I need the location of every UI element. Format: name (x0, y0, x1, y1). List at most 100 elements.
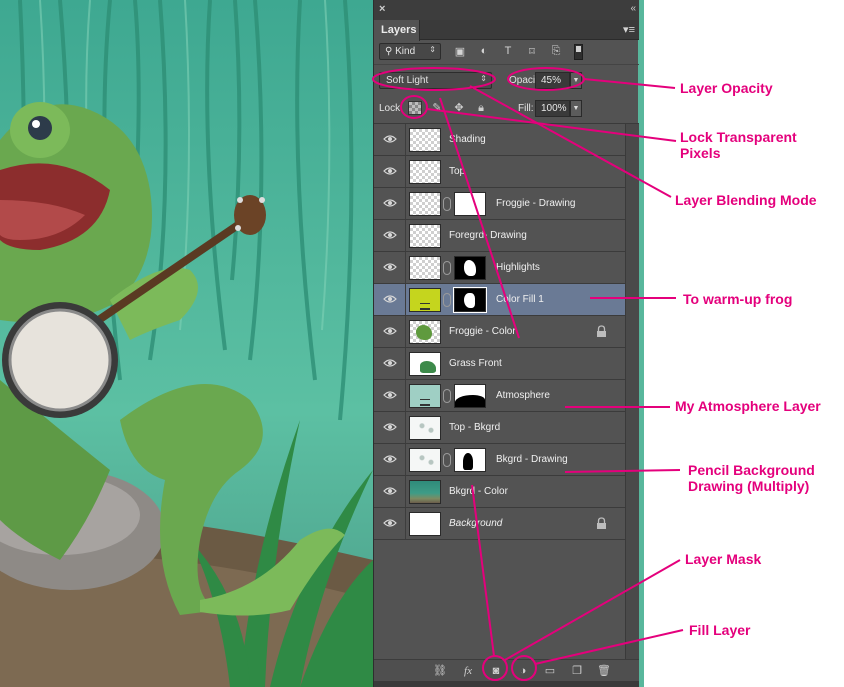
layer-name[interactable]: Grass Front (449, 358, 502, 369)
row-separator (405, 380, 406, 411)
layer-mask-thumbnail[interactable] (454, 288, 486, 312)
layer-name[interactable]: Atmosphere (496, 390, 550, 401)
layer-row[interactable]: Froggie - Drawing (374, 188, 625, 220)
layer-row[interactable]: Top (374, 156, 625, 188)
visibility-eye-icon[interactable] (383, 166, 397, 176)
mask-link-icon[interactable] (443, 293, 451, 307)
layer-list: Shading Top Froggie - Drawing Foregrd- Draw… (374, 124, 625, 540)
layer-name[interactable]: Background (449, 518, 502, 529)
visibility-eye-icon[interactable] (383, 294, 397, 304)
layer-name[interactable]: Bkgrd - Color (449, 486, 508, 497)
layer-list-scrollbar[interactable] (625, 124, 639, 659)
adjustment-filter-icon[interactable]: ◐ (477, 45, 491, 58)
mask-link-icon[interactable] (443, 389, 451, 403)
new-fill-layer-icon[interactable]: ◑ (515, 663, 531, 679)
layer-thumbnail[interactable] (409, 384, 441, 408)
row-separator (405, 444, 406, 475)
layer-thumbnail[interactable] (409, 512, 441, 536)
layer-thumbnail[interactable] (409, 128, 441, 152)
layer-thumbnail[interactable] (409, 352, 441, 376)
visibility-eye-icon[interactable] (383, 358, 397, 368)
layer-row[interactable]: Foregrd- Drawing (374, 220, 625, 252)
collapse-panel-button[interactable]: « (630, 3, 635, 14)
opacity-dropdown-icon[interactable]: ▼ (570, 72, 582, 89)
filter-toggle[interactable] (574, 44, 583, 60)
layer-thumbnail[interactable] (409, 416, 441, 440)
row-separator (405, 124, 406, 155)
fx-icon[interactable]: fx (460, 663, 476, 679)
visibility-eye-icon[interactable] (383, 198, 397, 208)
layer-row[interactable]: Shading (374, 124, 625, 156)
layer-thumbnail[interactable] (409, 192, 441, 216)
layer-name[interactable]: Froggie - Drawing (496, 198, 575, 209)
panel-resize-strip[interactable] (374, 681, 639, 687)
layer-thumbnail[interactable] (409, 480, 441, 504)
layer-name[interactable]: Foregrd- Drawing (449, 230, 527, 241)
add-mask-icon[interactable]: ◙ (488, 663, 504, 679)
layer-thumbnail[interactable] (409, 256, 441, 280)
layer-thumbnail[interactable] (409, 320, 441, 344)
layer-mask-thumbnail[interactable] (454, 256, 486, 280)
opacity-field[interactable]: 45% (535, 72, 570, 89)
layer-thumbnail[interactable] (409, 224, 441, 248)
lock-image-pixels-icon[interactable]: ✎ (430, 101, 444, 115)
visibility-eye-icon[interactable] (383, 454, 397, 464)
panel-menu-icon[interactable]: ▾≡ (623, 23, 635, 36)
visibility-eye-icon[interactable] (383, 326, 397, 336)
layer-name[interactable]: Shading (449, 134, 486, 145)
fill-dropdown-icon[interactable]: ▼ (570, 100, 582, 117)
visibility-eye-icon[interactable] (383, 390, 397, 400)
layer-thumbnail[interactable] (409, 448, 441, 472)
lock-transparent-pixels-icon[interactable] (408, 101, 422, 115)
layer-mask-thumbnail[interactable] (454, 192, 486, 216)
image-filter-icon[interactable]: ▣ (453, 45, 467, 58)
smart-object-filter-icon[interactable]: ⎘ (549, 45, 563, 58)
layer-filter-row: ⚲ Kind ⇕ ▣ ◐ T ⌑ ⎘ (374, 40, 639, 64)
fill-field[interactable]: 100% (535, 100, 570, 117)
mask-link-icon[interactable] (443, 261, 451, 275)
layer-row[interactable]: Froggie - Color (374, 316, 625, 348)
mask-link-icon[interactable] (443, 453, 451, 467)
mask-link-icon[interactable] (443, 197, 451, 211)
visibility-eye-icon[interactable] (383, 134, 397, 144)
row-separator (405, 348, 406, 379)
layer-thumbnail[interactable] (409, 160, 441, 184)
layer-row[interactable]: Bkgrd - Drawing (374, 444, 625, 476)
layer-row[interactable]: Color Fill 1 (374, 284, 625, 316)
layer-thumbnail[interactable] (409, 288, 441, 312)
layer-row[interactable]: Top - Bkgrd (374, 412, 625, 444)
lock-position-icon[interactable]: ✥ (452, 101, 466, 115)
layer-name[interactable]: Froggie - Color (449, 326, 516, 337)
layer-name[interactable]: Color Fill 1 (496, 294, 544, 305)
visibility-eye-icon[interactable] (383, 486, 397, 496)
layer-row[interactable]: Background (374, 508, 625, 540)
link-layers-icon[interactable]: ⛓ (432, 663, 448, 679)
new-group-icon[interactable]: ▭ (542, 663, 558, 679)
layer-row[interactable]: Atmosphere (374, 380, 625, 412)
close-panel-button[interactable]: × (379, 3, 385, 15)
layer-row[interactable]: Grass Front (374, 348, 625, 380)
layer-name[interactable]: Top - Bkgrd (449, 422, 500, 433)
layer-mask-thumbnail[interactable] (454, 448, 486, 472)
shape-filter-icon[interactable]: ⌑ (525, 45, 539, 58)
blend-mode-select[interactable]: Soft Light ⇕ (379, 72, 492, 89)
layer-name[interactable]: Highlights (496, 262, 540, 273)
row-separator (405, 220, 406, 251)
filter-kind-select[interactable]: ⚲ Kind ⇕ (379, 43, 441, 60)
magnifier-icon: ⚲ (385, 46, 396, 57)
lock-all-icon[interactable]: 🔒︎ (474, 101, 488, 115)
layer-row[interactable]: Highlights (374, 252, 625, 284)
layer-name[interactable]: Top (449, 166, 465, 177)
new-layer-icon[interactable]: ❐ (569, 663, 585, 679)
visibility-eye-icon[interactable] (383, 518, 397, 528)
layer-name[interactable]: Bkgrd - Drawing (496, 454, 568, 465)
delete-layer-icon[interactable]: 🗑︎ (596, 663, 612, 679)
layer-row[interactable]: Bkgrd - Color (374, 476, 625, 508)
tab-layers[interactable]: Layers (374, 20, 420, 41)
type-filter-icon[interactable]: T (501, 45, 515, 58)
visibility-eye-icon[interactable] (383, 262, 397, 272)
row-separator (405, 284, 406, 315)
visibility-eye-icon[interactable] (383, 422, 397, 432)
visibility-eye-icon[interactable] (383, 230, 397, 240)
layer-mask-thumbnail[interactable] (454, 384, 486, 408)
